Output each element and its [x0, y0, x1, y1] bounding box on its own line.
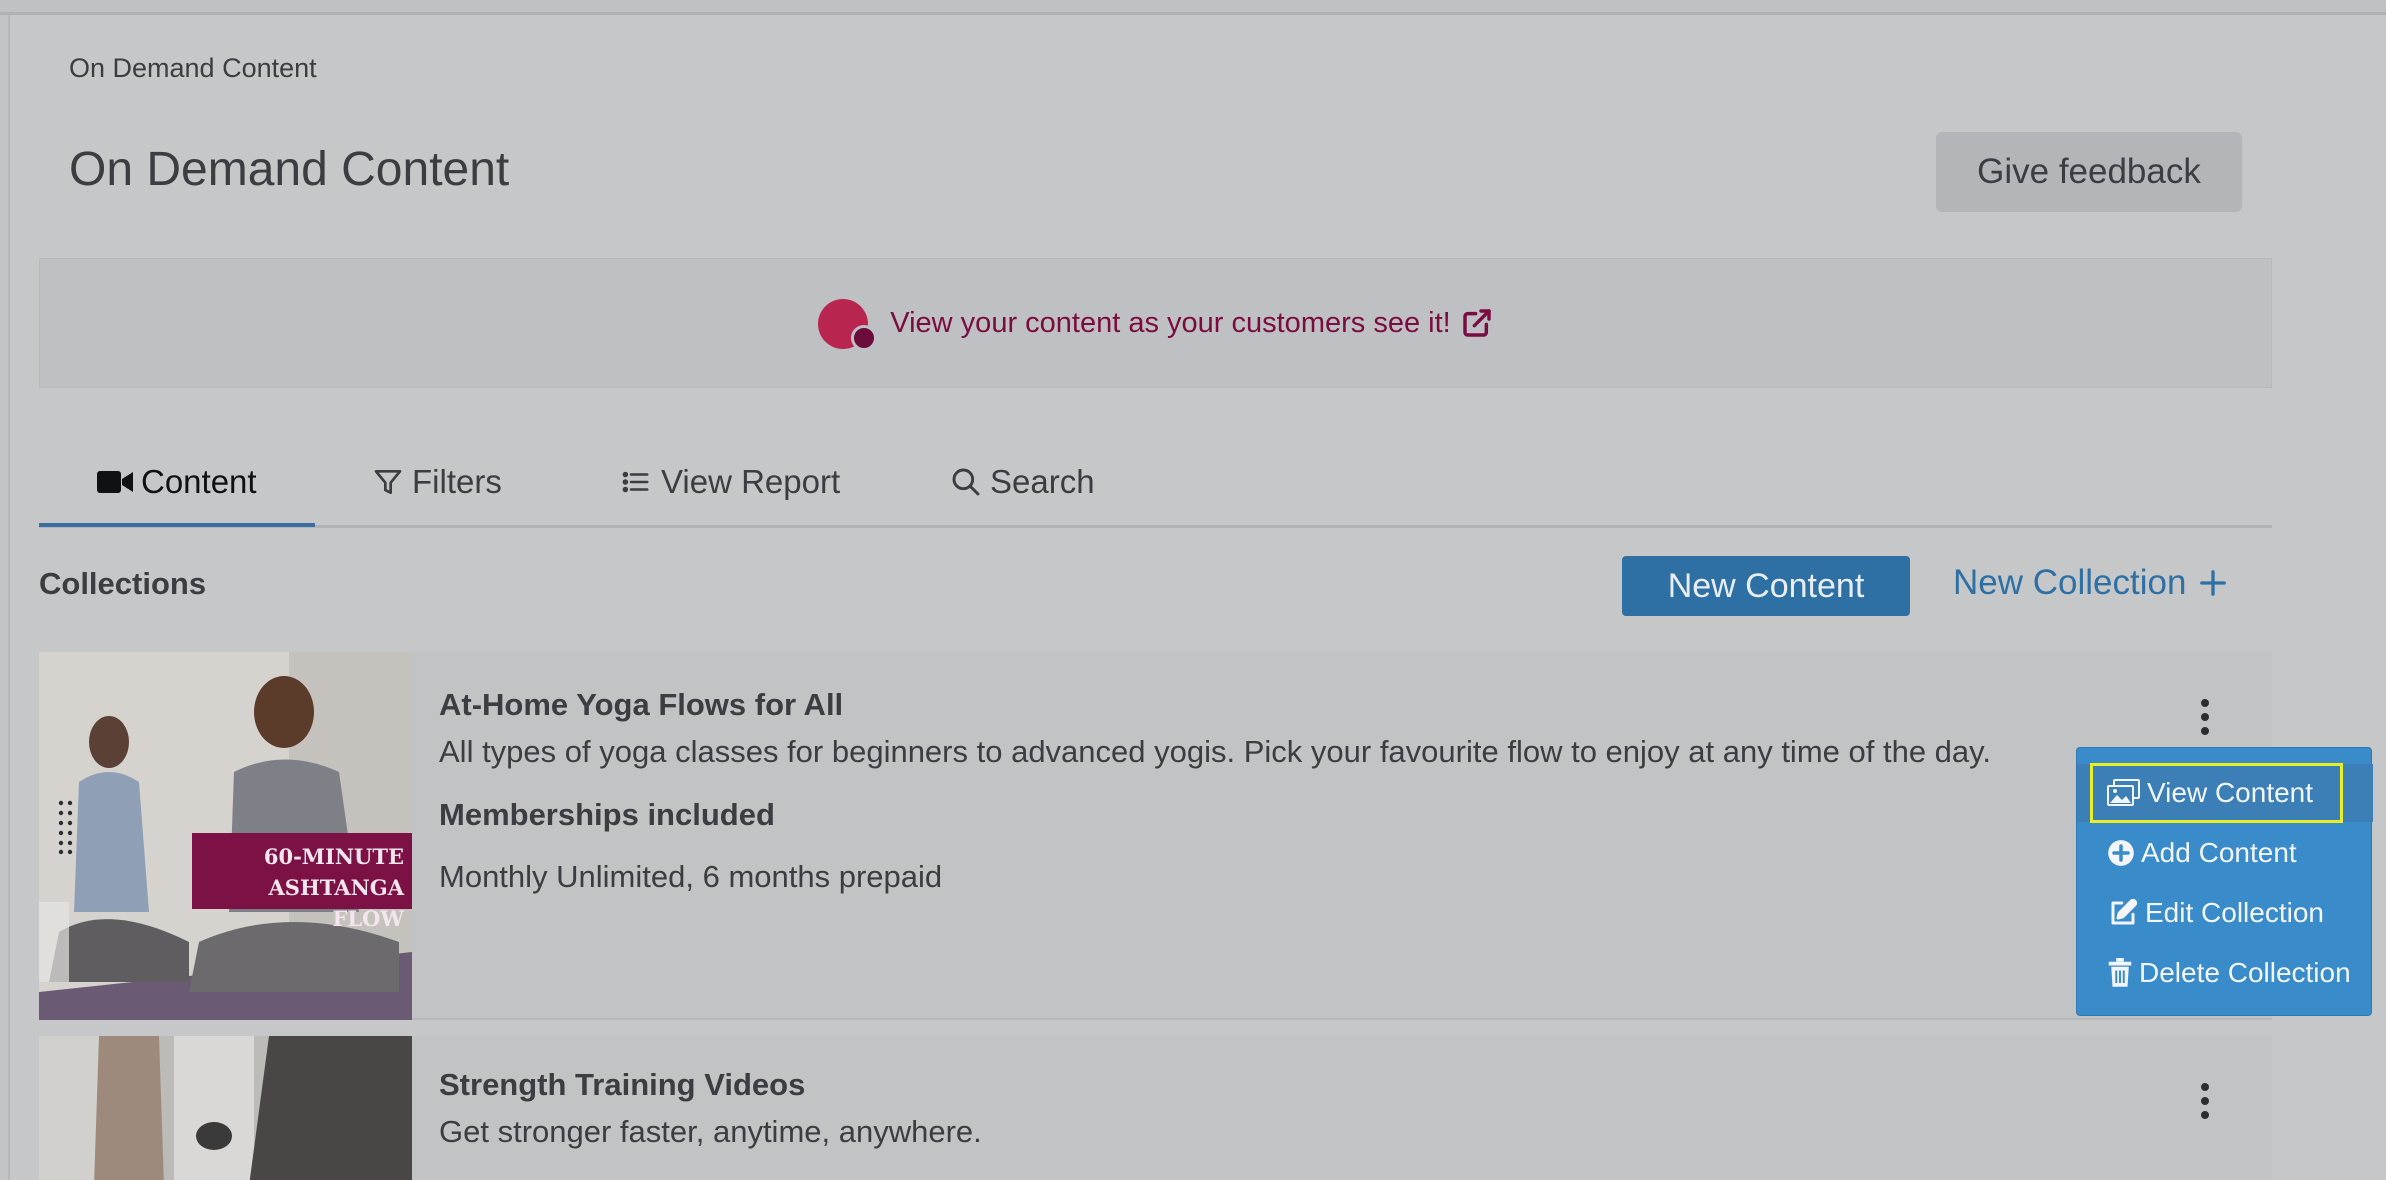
brand-dots-icon — [818, 295, 880, 351]
video-camera-icon — [97, 470, 133, 493]
new-collection-link[interactable]: New Collection — [1953, 563, 2228, 603]
menu-item-delete-collection[interactable]: Delete Collection — [2077, 944, 2373, 1002]
external-link-icon[interactable] — [1461, 307, 1493, 339]
trash-icon — [2108, 958, 2132, 987]
menu-item-edit-collection[interactable]: Edit Collection — [2077, 884, 2373, 942]
memberships-list: Monthly Unlimited, 6 months prepaid — [439, 859, 943, 894]
collection-thumbnail — [39, 1036, 412, 1180]
tab-view-report[interactable]: View Report — [619, 435, 840, 528]
new-collection-label: New Collection — [1953, 563, 2187, 602]
collection-title[interactable]: At-Home Yoga Flows for All — [439, 687, 843, 723]
plus-icon — [2200, 570, 2227, 596]
menu-item-label: Delete Collection — [2139, 957, 2351, 988]
filter-icon — [374, 469, 402, 494]
thumbnail-caption: 60-MINUTE ASHTANGA FLOW — [192, 841, 404, 934]
tab-search[interactable]: Search — [950, 435, 1095, 528]
collection-thumbnail: 60-MINUTE ASHTANGA FLOW — [39, 652, 412, 1020]
new-content-button[interactable]: New Content — [1622, 556, 1910, 616]
collection-description: All types of yoga classes for beginners … — [439, 734, 1991, 769]
collection-card[interactable]: Strength Training Videos Get stronger fa… — [39, 1036, 2272, 1180]
tab-filters-label: Filters — [412, 462, 502, 500]
plus-circle-icon — [2108, 840, 2134, 866]
tab-content[interactable]: Content — [97, 435, 257, 528]
preview-banner: View your content as your customers see … — [39, 258, 2272, 388]
thumbnail-caption-line1: 60-MINUTE — [263, 844, 404, 869]
content-tabs: Content Filters View Report Search — [39, 435, 2272, 528]
tab-view-report-label: View Report — [661, 462, 841, 500]
more-options-icon[interactable] — [2195, 1083, 2215, 1119]
highlight-box — [2090, 763, 2343, 823]
thumbnail-caption-line2: ASHTANGA FLOW — [268, 875, 405, 931]
active-tab-indicator — [39, 523, 315, 527]
collections-heading: Collections — [39, 566, 207, 601]
breadcrumb[interactable]: On Demand Content — [69, 53, 317, 84]
page-title: On Demand Content — [69, 143, 510, 196]
menu-item-add-content[interactable]: Add Content — [2077, 824, 2373, 882]
memberships-heading: Memberships included — [439, 797, 775, 832]
view-as-customer-link[interactable]: View your content as your customers see … — [890, 307, 1450, 340]
collection-description: Get stronger faster, anytime, anywhere. — [439, 1114, 982, 1149]
list-icon — [622, 471, 649, 492]
menu-item-label: Edit Collection — [2145, 897, 2324, 928]
drag-handle-icon[interactable] — [57, 799, 75, 855]
top-bar — [0, 0, 2386, 15]
left-rail — [0, 15, 10, 1180]
tab-content-label: Content — [141, 462, 257, 500]
tab-search-label: Search — [990, 462, 1095, 500]
edit-icon — [2111, 898, 2138, 925]
menu-item-label: Add Content — [2141, 837, 2297, 868]
collection-title[interactable]: Strength Training Videos — [439, 1067, 805, 1103]
more-options-icon[interactable] — [2195, 699, 2215, 735]
search-icon — [952, 468, 980, 495]
tab-filters[interactable]: Filters — [372, 435, 502, 528]
collection-card[interactable]: 60-MINUTE ASHTANGA FLOW At-Home Yoga Flo… — [39, 652, 2272, 1020]
collection-actions-menu: View Content Add Content Edit Collection… — [2076, 747, 2373, 1016]
give-feedback-button[interactable]: Give feedback — [1936, 132, 2242, 212]
